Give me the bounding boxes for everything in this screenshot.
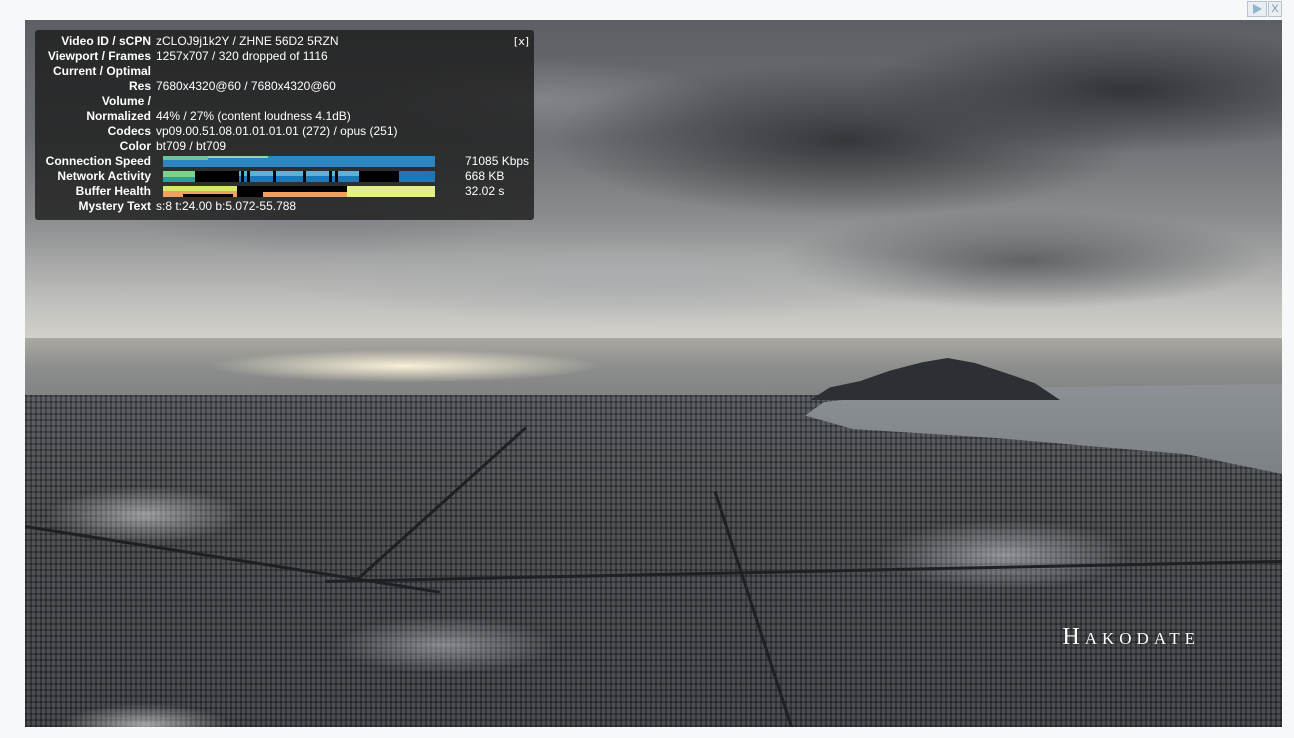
stats-label: Viewport / Frames (47, 49, 151, 63)
stats-row: Color bt709 / bt709 (35, 139, 226, 154)
stats-row: Viewport / Frames 1257x707 / 320 dropped… (35, 49, 328, 64)
stats-row: Mystery Text s:8 t:24.00 b:5.072-55.788 (35, 199, 297, 214)
stats-row: Res 7680x4320@60 / 7680x4320@60 (35, 79, 336, 94)
stats-value: 44% / 27% (content loudness 4.1dB) (156, 109, 351, 123)
network-activity-graph (163, 171, 435, 182)
stats-close-button[interactable]: [x] (514, 35, 529, 48)
stats-label: Current / Optimal (52, 64, 151, 78)
stats-value: s:8 t:24.00 b:5.072-55.788 (156, 199, 297, 213)
connection-speed-graph (163, 156, 435, 167)
stats-label: Codecs (107, 124, 151, 138)
stats-label: Volume / (101, 94, 151, 108)
stats-graph-value: 71085 Kbps (465, 154, 530, 168)
stats-value: zCLOJ9j1k2Y / ZHNE 56D2 5RZN (156, 34, 339, 48)
stats-label: Connection Speed (45, 154, 151, 168)
stats-row: Current / Optimal (35, 64, 156, 79)
play-icon[interactable] (1247, 1, 1267, 17)
stats-for-nerds-panel: [x] Video ID / sCPN zCLOJ9j1k2Y / ZHNE 5… (35, 30, 534, 220)
ad-controls: X (1247, 1, 1282, 17)
stats-label: Normalized (86, 109, 151, 123)
buffer-health-graph (163, 186, 435, 197)
stats-value: vp09.00.51.08.01.01.01.01 (272) / opus (… (156, 124, 398, 138)
stats-row: Codecs vp09.00.51.08.01.01.01.01 (272) /… (35, 124, 398, 139)
stats-graph-value: 668 KB (465, 169, 505, 183)
stats-row: Normalized 44% / 27% (content loudness 4… (35, 109, 351, 124)
stats-row: Volume / (35, 94, 156, 109)
stats-value: 7680x4320@60 / 7680x4320@60 (156, 79, 336, 93)
close-ad-button[interactable]: X (1268, 1, 1282, 17)
stats-label: Network Activity (57, 169, 151, 183)
video-watermark: Hakodate (1062, 624, 1200, 650)
stats-label: Color (119, 139, 151, 153)
stats-label: Mystery Text (78, 199, 151, 213)
stats-value: bt709 / bt709 (156, 139, 227, 153)
stats-graph-value: 32.02 s (465, 184, 505, 198)
stats-value: 1257x707 / 320 dropped of 1116 (156, 49, 328, 63)
stats-label: Buffer Health (75, 184, 151, 198)
stats-row: Video ID / sCPN zCLOJ9j1k2Y / ZHNE 56D2 … (35, 34, 339, 49)
stats-label: Res (128, 79, 151, 93)
stats-label: Video ID / sCPN (61, 34, 151, 48)
